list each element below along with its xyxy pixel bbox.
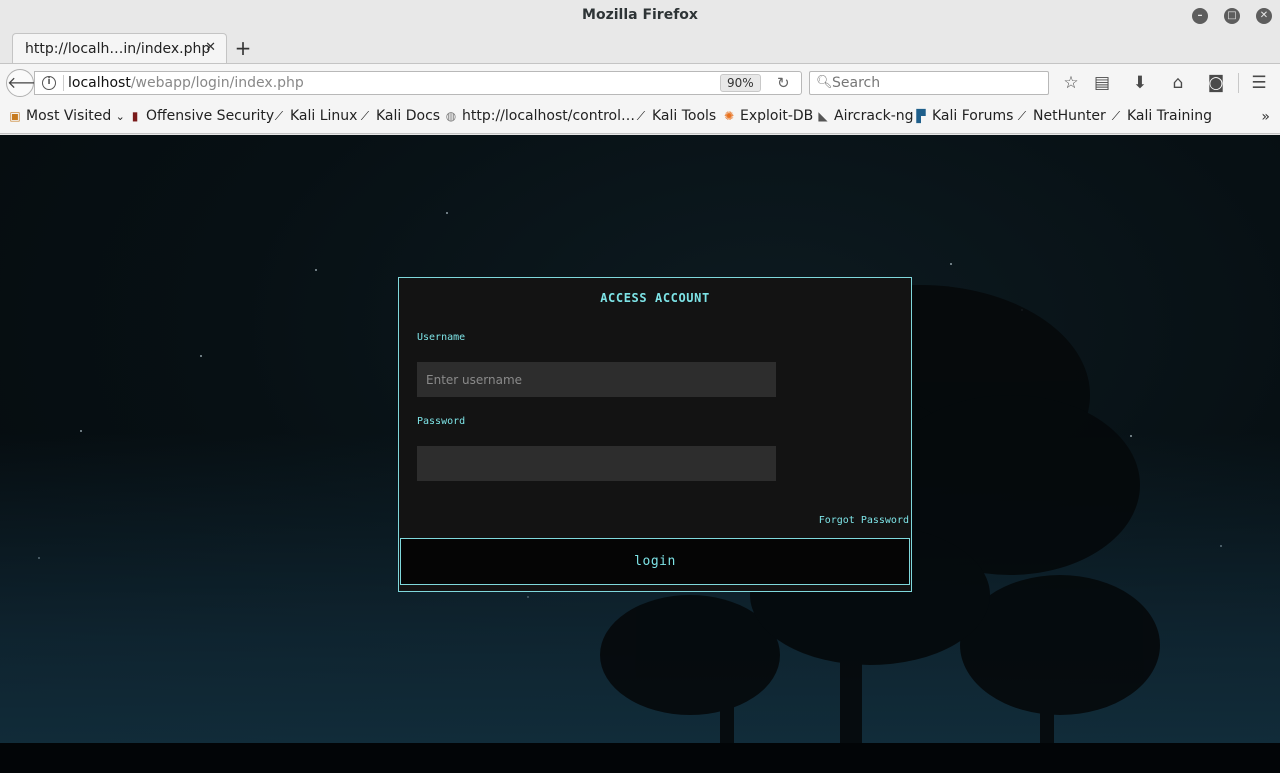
kali-dragon-icon: ⟋ xyxy=(1017,109,1027,123)
star xyxy=(38,557,40,559)
bookmark-label: Offensive Security xyxy=(146,108,275,124)
bookmark-label: Kali Training xyxy=(1127,108,1212,124)
pocket-icon[interactable]: ◙ xyxy=(1205,72,1227,94)
back-button[interactable]: 🡐 xyxy=(6,69,50,97)
kali-dragon-icon: ⟋ xyxy=(636,109,646,123)
bookmark-star-icon[interactable]: ☆ xyxy=(1060,72,1082,94)
nav-toolbar: 🡐 i localhost/webapp/login/index.php 90%… xyxy=(0,63,1280,101)
star xyxy=(1220,545,1222,547)
menu-icon[interactable]: ☰ xyxy=(1248,72,1270,94)
bookmark-label: Kali Tools xyxy=(652,108,717,124)
new-tab-button[interactable]: + xyxy=(233,36,253,60)
bookmarks-toolbar: ▣ Most Visited ⌄ ▮ Offensive Security ⟋ Kal… xyxy=(0,101,1280,134)
url-host: localhost xyxy=(68,75,131,91)
login-title: ACCESS ACCOUNT xyxy=(600,291,710,305)
zoom-indicator[interactable]: 90% xyxy=(720,74,761,92)
offsec-icon: ▮ xyxy=(131,109,139,123)
url-text[interactable]: localhost/webapp/login/index.php xyxy=(68,75,304,91)
aircrack-icon: ◣ xyxy=(818,109,828,123)
bookmark-exploit-db[interactable]: ✺ Exploit-DB xyxy=(722,108,813,124)
kali-forums-icon: ▛ xyxy=(916,109,926,123)
tab-title: http://localh…in/index.php xyxy=(25,41,211,57)
search-bar[interactable]: 🔍︎ xyxy=(809,71,1049,95)
password-label: Password xyxy=(417,416,466,427)
forgot-password-link[interactable]: Forgot Password xyxy=(819,515,909,526)
window-title: Mozilla Firefox xyxy=(582,7,698,23)
url-bar[interactable]: i localhost/webapp/login/index.php 90% ↻ xyxy=(34,71,802,95)
tab-active[interactable]: http://localh…in/index.php ✕ xyxy=(12,33,227,64)
login-card: ACCESS ACCOUNT Username Password Forgot … xyxy=(398,277,912,592)
url-path: /webapp/login/index.php xyxy=(130,75,304,91)
star xyxy=(80,430,82,432)
bookmark-kali-training[interactable]: ⟋ Kali Training xyxy=(1109,108,1212,124)
close-window-icon[interactable]: ✕ xyxy=(1256,8,1272,24)
star xyxy=(315,269,317,271)
bookmark-label: Aircrack-ng xyxy=(834,108,914,124)
search-input[interactable] xyxy=(832,74,1042,92)
tab-strip: http://localh…in/index.php ✕ + xyxy=(0,32,1280,64)
bookmark-kali-forums[interactable]: ▛ Kali Forums xyxy=(914,108,1013,124)
login-button[interactable]: login xyxy=(400,538,910,585)
window-titlebar: Mozilla Firefox – □ ✕ xyxy=(0,0,1280,32)
chevron-down-icon: ⌄ xyxy=(115,110,125,123)
toolbar-separator xyxy=(1238,73,1239,93)
downloads-icon[interactable]: ⬇ xyxy=(1129,72,1151,94)
folder-icon: ▣ xyxy=(9,109,21,123)
ground-silhouette xyxy=(0,743,1280,773)
kali-dragon-icon: ⟋ xyxy=(1111,109,1121,123)
username-input[interactable] xyxy=(417,362,776,397)
page-content: ACCESS ACCOUNT Username Password Forgot … xyxy=(0,135,1280,773)
globe-icon: ◍ xyxy=(445,109,457,123)
password-input[interactable] xyxy=(417,446,776,481)
bookmark-label: Kali Forums xyxy=(932,108,1014,124)
kali-dragon-icon: ⟋ xyxy=(360,109,370,123)
star xyxy=(527,596,529,598)
minimize-icon[interactable]: – xyxy=(1192,8,1208,24)
tab-close-icon[interactable]: ✕ xyxy=(205,40,216,55)
bookmark-kali-docs[interactable]: ⟋ Kali Docs xyxy=(358,108,440,124)
bookmark-label: Kali Docs xyxy=(376,108,441,124)
bookmarks-overflow-icon[interactable]: » xyxy=(1261,109,1270,125)
home-icon[interactable]: ⌂ xyxy=(1167,72,1189,94)
bookmark-kali-tools[interactable]: ⟋ Kali Tools xyxy=(634,108,716,124)
bookmark-nethunter[interactable]: ⟋ NetHunter xyxy=(1015,108,1106,124)
bookmark-kali-linux[interactable]: ⟋ Kali Linux xyxy=(272,108,358,124)
exploitdb-icon: ✺ xyxy=(723,109,735,123)
reading-list-icon[interactable]: ▤ xyxy=(1091,72,1113,94)
maximize-icon[interactable]: □ xyxy=(1224,8,1240,24)
bookmark-label: http://localhost/control… xyxy=(462,108,635,124)
bookmark-aircrack-ng[interactable]: ◣ Aircrack-ng xyxy=(816,108,914,124)
star xyxy=(446,212,448,214)
bookmark-label: Most Visited xyxy=(26,108,112,124)
search-icon: 🔍︎ xyxy=(816,75,833,90)
bookmark-offensive-security[interactable]: ▮ Offensive Security xyxy=(128,108,275,124)
bookmark-localhost-control[interactable]: ◍ http://localhost/control… xyxy=(444,108,635,124)
bookmark-most-visited[interactable]: ▣ Most Visited ⌄ xyxy=(8,108,125,124)
bookmark-label: Exploit-DB xyxy=(740,108,814,124)
bookmark-label: NetHunter xyxy=(1033,108,1106,124)
kali-dragon-icon: ⟋ xyxy=(274,109,284,123)
site-info-icon[interactable]: i xyxy=(42,76,56,90)
bookmark-label: Kali Linux xyxy=(290,108,358,124)
reload-icon[interactable]: ↻ xyxy=(777,74,790,92)
username-label: Username xyxy=(417,332,466,343)
url-separator xyxy=(63,75,64,91)
star xyxy=(200,355,202,357)
